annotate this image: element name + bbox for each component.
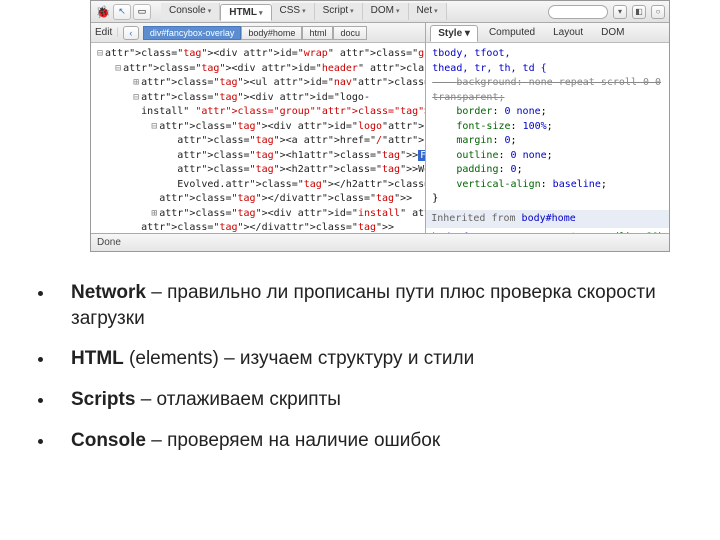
crumb-selected[interactable]: div#fancybox-overlay [143,26,242,40]
rtab-computed[interactable]: Computed [482,25,542,40]
status-bar: Done [91,233,669,251]
search-box [548,5,608,19]
tab-html[interactable]: HTML▾ [220,4,271,21]
rtab-dom[interactable]: DOM [594,25,631,40]
list-item: Scripts – отлаживаем скрипты [55,387,675,413]
chevron-down-icon: ▾ [434,8,438,15]
crumb[interactable]: html [302,26,333,40]
chevron-down-icon: ▾ [259,10,263,17]
chevron-down-icon: ▾ [302,8,306,15]
firebug-icon[interactable]: 🐞 [95,4,111,20]
list-item: HTML (elements) – изучаем структуру и ст… [55,346,675,372]
main-tabs: Console▾ HTML▾ CSS▾ Script▾ DOM▾ Net▾ [161,3,447,20]
close-icon[interactable]: ○ [651,5,665,19]
right-pane: Style ▾ Computed Layout DOM tbody, tfoot… [426,23,669,233]
right-sub-toolbar: Style ▾ Computed Layout DOM [426,23,669,43]
css-pane[interactable]: tbody, tfoot,thead, tr, th, td { backgro… [426,43,669,233]
search-input[interactable] [548,5,608,19]
chevron-down-icon: ▾ [462,28,470,39]
main-toolbar: 🐞 ↖ ▭ Console▾ HTML▾ CSS▾ Script▾ DOM▾ N… [91,1,669,23]
crumb[interactable]: docu [333,26,367,40]
chevron-down-icon: ▾ [208,8,212,15]
left-sub-toolbar: Edit | ‹ div#fancybox-overlay body#home … [91,23,425,43]
tab-console[interactable]: Console▾ [161,3,220,20]
edit-button[interactable]: Edit [95,27,112,38]
bullet-list: Network – правильно ли прописаны пути пл… [55,280,675,453]
firebug-panel: 🐞 ↖ ▭ Console▾ HTML▾ CSS▾ Script▾ DOM▾ N… [90,0,670,252]
crumb[interactable]: body#home [241,26,302,40]
popout-icon[interactable]: ◧ [632,5,646,19]
nav-back-icon[interactable]: ‹ [123,26,139,40]
minimize-icon[interactable]: ▾ [613,5,627,19]
tab-script[interactable]: Script▾ [315,3,363,20]
list-item: Console – проверяем на наличие ошибок [55,428,675,454]
list-item: Network – правильно ли прописаны пути пл… [55,280,675,331]
chevron-down-icon: ▾ [396,8,400,15]
tab-net[interactable]: Net▾ [409,3,447,20]
dom-tree[interactable]: ⊟attr">class="tag"><div attr">id="wrap" … [91,43,425,233]
tab-dom[interactable]: DOM▾ [363,3,409,20]
chevron-down-icon: ▾ [350,8,354,15]
tab-css[interactable]: CSS▾ [272,3,315,20]
left-pane: Edit | ‹ div#fancybox-overlay body#home … [91,23,426,233]
rtab-layout[interactable]: Layout [546,25,590,40]
toggle-icon[interactable]: ▭ [133,4,151,20]
panes: Edit | ‹ div#fancybox-overlay body#home … [91,23,669,233]
inspect-icon[interactable]: ↖ [113,4,131,20]
rtab-style[interactable]: Style ▾ [430,25,478,42]
breadcrumb: div#fancybox-overlay body#home html docu [143,26,367,40]
